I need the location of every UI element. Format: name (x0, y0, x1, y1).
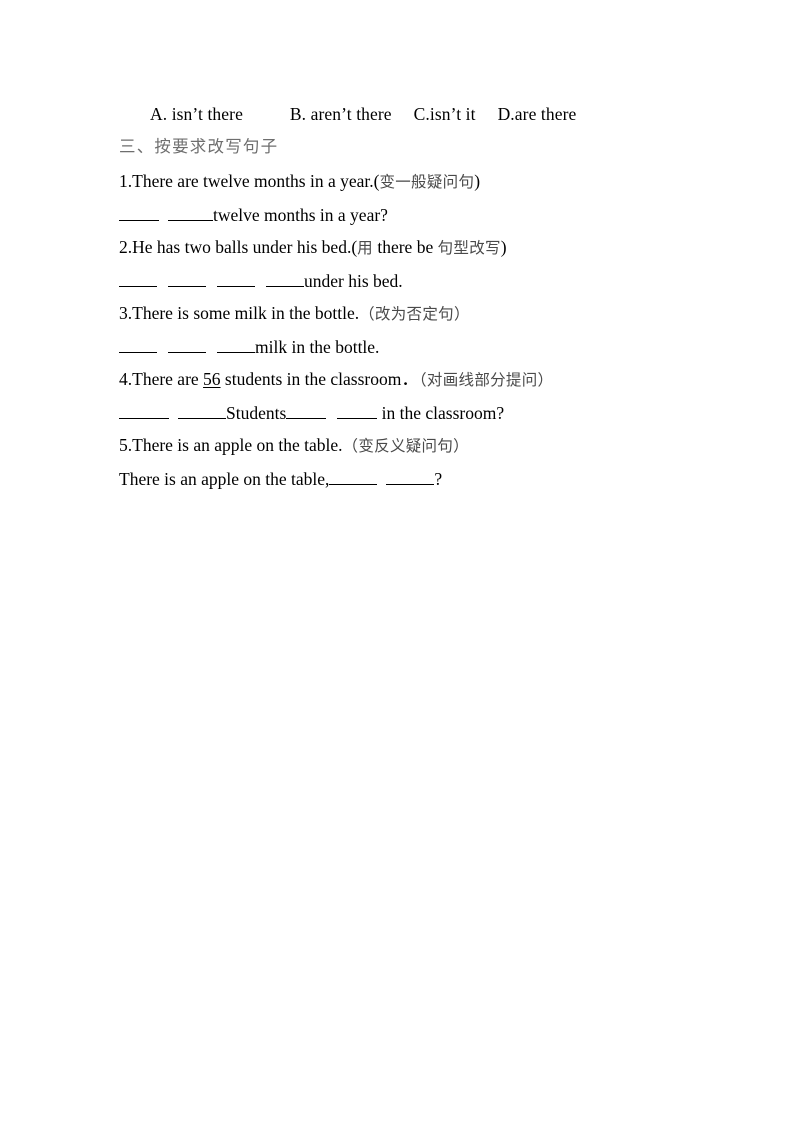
answer-blank[interactable] (337, 404, 378, 419)
question-instruction-post: 句型改写 (437, 239, 501, 257)
answer-blank[interactable] (119, 206, 159, 221)
question-number: 1. (119, 171, 133, 191)
question-instruction-mid: there be (372, 237, 438, 257)
question-instruction: 变一般疑问句 (379, 173, 475, 191)
answer-blank[interactable] (119, 404, 169, 419)
answer-blank[interactable] (217, 272, 255, 287)
question-instruction: 对画线部分提问 (426, 371, 538, 389)
question-sentence-post: students in the classroom． (220, 369, 419, 389)
question-1-answer-line: twelve months in a year? (119, 206, 719, 239)
option-a: A. isn’t there (150, 104, 243, 124)
worksheet-content: A. isn’t there B. aren’t there C.isn’t i… (119, 104, 719, 503)
answer-blank[interactable] (168, 206, 213, 221)
paren-close: ） (453, 305, 470, 323)
question-sentence: There are twelve months in a year. (132, 171, 374, 191)
paren-close: ) (500, 237, 507, 257)
option-d: D.are there (497, 104, 577, 124)
question-1-prompt: 1.There are twelve months in a year.(变一般… (119, 171, 719, 206)
paren-open: （ (418, 371, 427, 389)
question-number: 3. (119, 303, 133, 323)
answer-blank[interactable] (266, 272, 304, 287)
question-sentence: There is an apple on the table. (132, 435, 343, 455)
option-b: B. aren’t there (289, 104, 392, 124)
question-5-answer-line: There is an apple on the table,? (119, 470, 719, 503)
section-heading: 三、按要求改写句子 (119, 137, 279, 156)
answer-blank[interactable] (217, 338, 255, 353)
answer-head-text: There is an apple on the table, (119, 469, 330, 489)
answer-tail-text: ? (434, 469, 443, 489)
paren-close: ） (537, 371, 554, 389)
answer-blank[interactable] (286, 404, 327, 419)
paren-close: ） (453, 437, 469, 455)
question-number: 5. (119, 435, 133, 455)
answer-blank[interactable] (329, 470, 378, 485)
paren-close: ) (474, 171, 481, 191)
answer-blank[interactable] (119, 338, 157, 353)
question-number: 2. (119, 237, 133, 257)
answer-tail-text: in the classroom? (377, 403, 505, 423)
answer-blank[interactable] (386, 470, 435, 485)
question-3-answer-line: milk in the bottle. (119, 338, 719, 371)
option-c: C.isn’t it (413, 104, 476, 124)
paren-open: （ (359, 305, 375, 323)
question-3-prompt: 3.There is some milk in the bottle.（改为否定… (119, 303, 719, 338)
worksheet-page: A. isn’t there B. aren’t there C.isn’t i… (0, 0, 794, 1123)
multiple-choice-options-line: A. isn’t there B. aren’t there C.isn’t i… (119, 104, 719, 139)
paren-open: （ (342, 437, 359, 455)
answer-blank[interactable] (168, 272, 206, 287)
question-5-prompt: 5.There is an apple on the table.（变反义疑问句… (119, 435, 719, 470)
answer-blank[interactable] (178, 404, 226, 419)
answer-blank[interactable] (168, 338, 206, 353)
question-2-prompt: 2.He has two balls under his bed.(用 ther… (119, 237, 719, 272)
answer-blank[interactable] (119, 272, 157, 287)
question-sentence: There is some milk in the bottle. (132, 303, 360, 323)
question-instruction: 改为否定句 (374, 305, 454, 323)
underlined-answer-target: 56 (203, 369, 221, 389)
question-sentence-pre: There are (132, 369, 204, 389)
answer-fixed-word: Students (226, 403, 287, 423)
question-sentence: He has two balls under his bed. (132, 237, 352, 257)
question-4-answer-line: Students in the classroom? (119, 404, 719, 437)
answer-tail-text: under his bed. (304, 271, 403, 291)
answer-tail-text: twelve months in a year? (213, 205, 388, 225)
question-4-prompt: 4.There are 56 students in the classroom… (119, 369, 719, 404)
answer-tail-text: milk in the bottle. (255, 337, 380, 357)
question-number: 4. (119, 369, 133, 389)
question-instruction: 变反义疑问句 (358, 437, 454, 455)
question-instruction-pre: 用 (357, 239, 373, 257)
question-2-answer-line: under his bed. (119, 272, 719, 305)
